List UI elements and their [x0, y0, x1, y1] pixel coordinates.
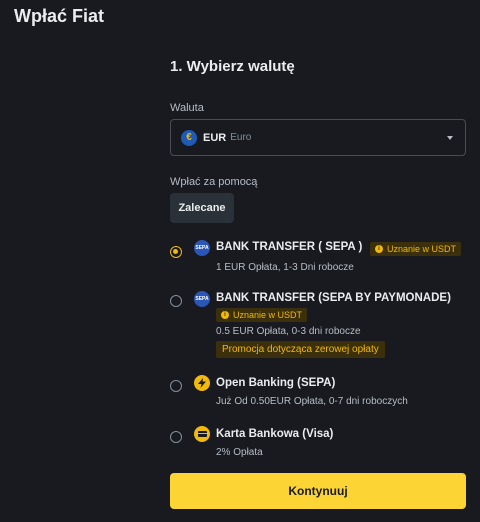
method-name-sepa: BANK TRANSFER ( SEPA ) [216, 241, 363, 253]
chevron-down-icon [447, 136, 453, 140]
currency-select[interactable]: € EUR Euro [170, 119, 466, 156]
currency-name: Euro [230, 132, 252, 143]
method-radio-card[interactable] [170, 431, 182, 443]
usdt-credit-badge: i Uznanie w USDT [370, 242, 462, 256]
deposit-via-label: Wpłać za pomocą [170, 176, 258, 188]
step-title: 1. Wybierz walutę [170, 58, 295, 75]
continue-button[interactable]: Kontynuuj [170, 473, 466, 509]
usdt-credit-badge-text: Uznanie w USDT [233, 310, 303, 320]
sepa-icon: SEPA [194, 291, 210, 307]
euro-icon: € [181, 129, 197, 146]
card-icon [194, 426, 210, 442]
sepa-icon: SEPA [194, 240, 210, 256]
info-icon: i [221, 311, 229, 319]
method-name-card: Karta Bankowa (Visa) [216, 428, 334, 440]
method-radio-paymonade[interactable] [170, 295, 182, 307]
info-icon: i [375, 245, 383, 253]
page-title: Wpłać Fiat [14, 6, 105, 26]
deposit-fiat-page: Wpłać Fiat 1. Wybierz walutę Waluta € EU… [0, 0, 480, 522]
currency-label: Waluta [170, 102, 204, 114]
promo-badge: Promocja dotycząca zerowej opłaty [216, 341, 385, 358]
method-radio-open-banking[interactable] [170, 380, 182, 392]
method-name-paymonade: BANK TRANSFER (SEPA BY PAYMONADE) [216, 292, 451, 304]
method-name-open-banking: Open Banking (SEPA) [216, 377, 336, 389]
method-details-card: 2% Opłata [216, 447, 263, 458]
bolt-icon [194, 375, 210, 391]
currency-code: EUR [203, 131, 227, 144]
usdt-credit-badge: i Uznanie w USDT [216, 308, 308, 322]
usdt-credit-badge-text: Uznanie w USDT [387, 244, 457, 254]
method-radio-sepa[interactable] [170, 246, 182, 258]
tab-recommended[interactable]: Zalecane [170, 193, 234, 223]
method-details-open-banking: Już Od 0.50EUR Opłata, 0-7 dni roboczych [216, 396, 408, 407]
method-details-sepa: 1 EUR Opłata, 1-3 Dni robocze [216, 262, 354, 273]
method-details-paymonade: 0.5 EUR Opłata, 0-3 dni robocze [216, 326, 361, 337]
